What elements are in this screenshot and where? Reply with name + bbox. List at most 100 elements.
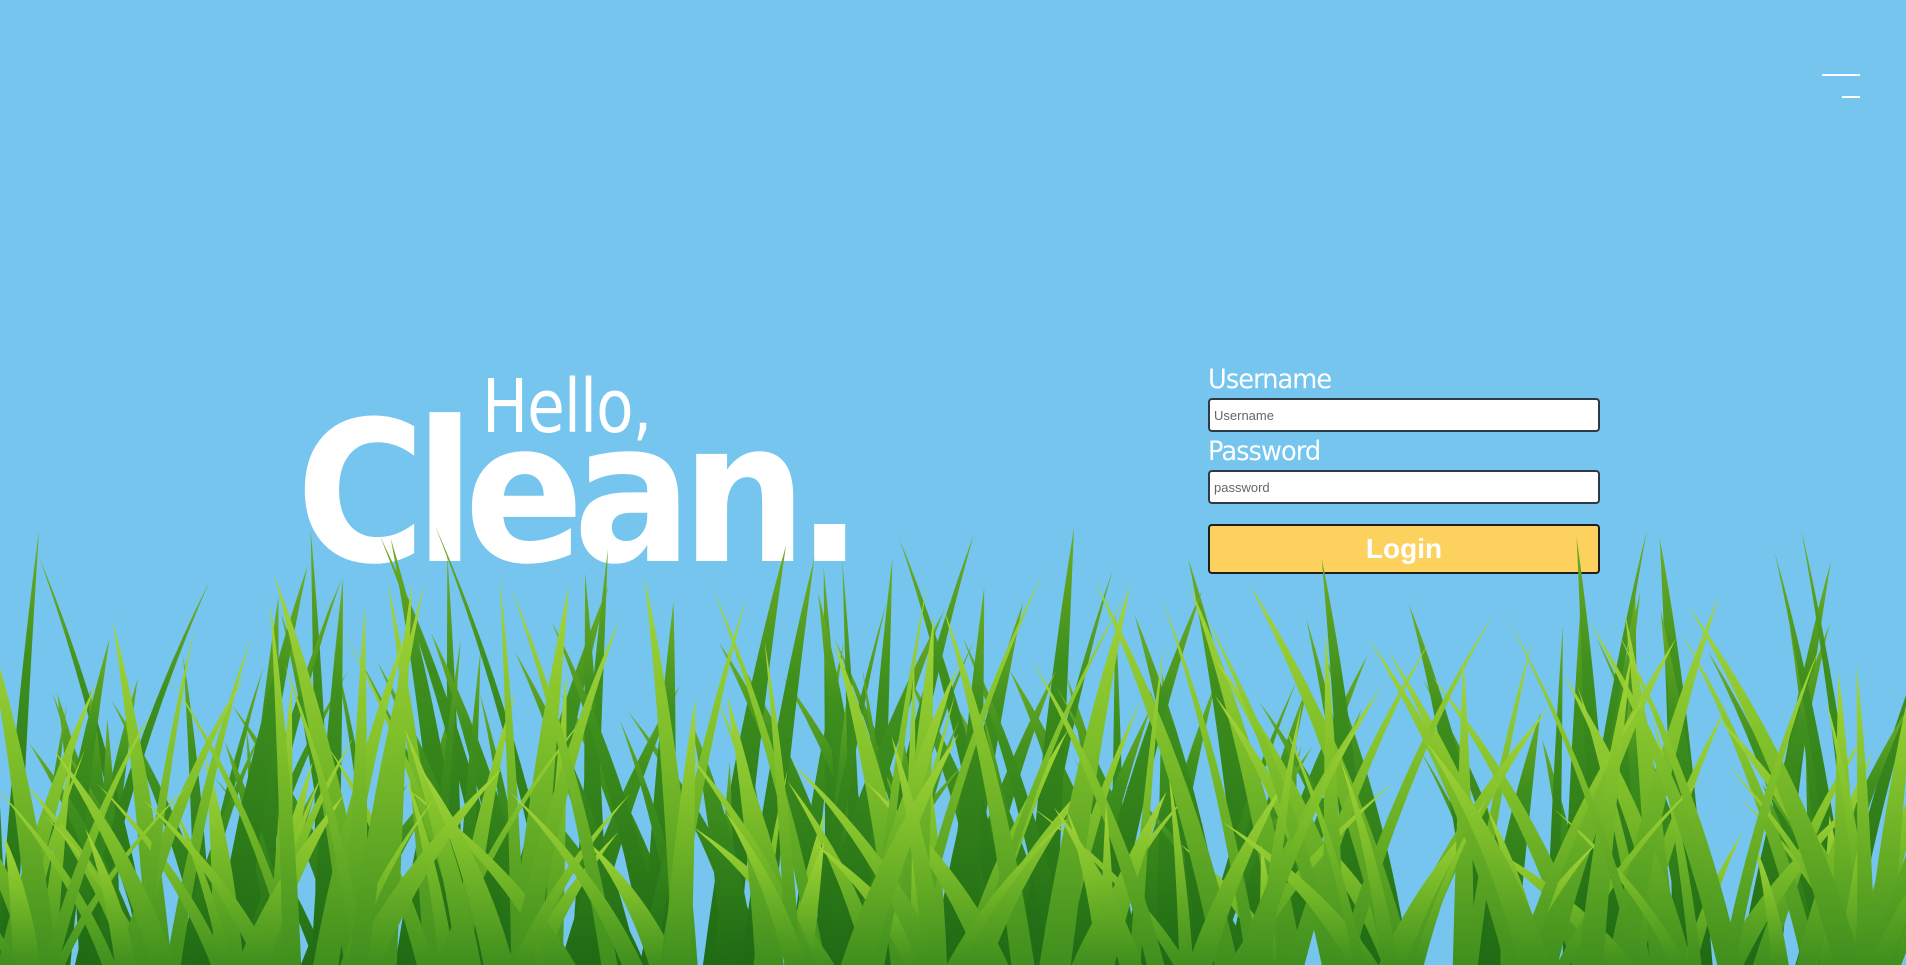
grass-blade: [820, 686, 856, 965]
grass-blade: [872, 744, 892, 965]
grass-blade: [1464, 638, 1533, 965]
grass-blade: [619, 719, 695, 965]
grass-blade: [344, 633, 476, 965]
grass-blade: [982, 712, 1032, 965]
grass-blade: [229, 578, 342, 965]
grass-blade: [206, 758, 244, 965]
grass-blade: [212, 775, 328, 965]
grass-blade: [395, 682, 459, 965]
grass-blade: [318, 771, 451, 965]
grass-blade: [1850, 804, 1906, 965]
grass-blade: [1847, 875, 1906, 965]
grass-blade: [224, 741, 295, 965]
grass-blade: [783, 841, 825, 965]
grass-blade: [1168, 773, 1194, 965]
grass-blade: [1754, 844, 1789, 965]
grass-blade: [1378, 814, 1480, 965]
grass-blade: [712, 587, 826, 965]
grass-blade: [683, 747, 817, 965]
grass-blade: [1419, 749, 1513, 965]
grass-blade: [1067, 678, 1139, 965]
grass-blade: [1095, 582, 1239, 965]
grass-blade: [499, 576, 526, 965]
grass-blade: [789, 641, 844, 965]
grass-blade: [176, 729, 263, 965]
grass-blade: [1562, 591, 1588, 965]
grass-blade: [221, 669, 349, 965]
grass-blade: [1047, 700, 1141, 965]
grass-blade: [1789, 626, 1843, 965]
grass-blade: [1819, 815, 1850, 965]
login-page: Hello, Clean. Username Password Login: [0, 0, 1906, 965]
grass-blade: [1325, 657, 1410, 965]
menu-toggle-button[interactable]: [1812, 66, 1862, 102]
grass-blade: [1578, 652, 1632, 965]
login-button[interactable]: Login: [1208, 524, 1600, 574]
grass-blade: [1796, 752, 1872, 965]
grass-blade: [166, 791, 232, 965]
grass-blade: [718, 642, 860, 965]
grass-blade: [189, 667, 264, 965]
grass-blade: [1084, 791, 1167, 965]
grass-blade: [29, 743, 148, 965]
grass-blade: [1156, 672, 1190, 965]
grass-blade: [1526, 637, 1677, 965]
grass-blade: [1149, 688, 1220, 965]
grass-blade: [1188, 558, 1275, 965]
grass-blade: [1200, 681, 1297, 965]
grass-blade: [1193, 746, 1313, 965]
grass-blade: [1122, 782, 1256, 965]
grass-blade: [1486, 808, 1545, 965]
grass-blade: [522, 831, 619, 965]
grass-blade: [97, 783, 228, 965]
grass-blade: [300, 784, 408, 965]
grass-blade: [1826, 699, 1877, 965]
grass-blade: [1247, 655, 1368, 965]
grass-blade: [112, 620, 172, 965]
grass-blade: [813, 842, 934, 965]
password-input[interactable]: [1208, 470, 1600, 504]
grass-blade: [973, 591, 1128, 965]
grass-blade: [238, 781, 319, 965]
grass-blades-front: [0, 570, 1906, 965]
password-label: Password: [1208, 436, 1321, 467]
grass-blade: [1618, 634, 1741, 965]
grass-blade: [1516, 692, 1648, 965]
grass-blade: [57, 693, 115, 965]
grass-blade: [909, 815, 937, 965]
grass-blade: [1507, 619, 1644, 965]
grass-blade: [1563, 674, 1693, 965]
grass-blade: [236, 595, 334, 965]
grass-blade: [340, 797, 436, 965]
grass-blade: [958, 729, 1069, 965]
grass-blade: [963, 771, 1098, 965]
grass-blade: [1055, 708, 1151, 965]
grass-blade: [787, 780, 885, 965]
grass-blade: [1055, 685, 1171, 965]
grass-blade: [328, 746, 435, 965]
grass-blade: [1268, 743, 1297, 965]
grass-blade: [857, 558, 893, 965]
grass-blade: [345, 605, 368, 965]
grass-blade: [946, 807, 1080, 965]
grass-blade: [810, 602, 887, 965]
menu-icon-bar-top: [1822, 74, 1860, 76]
grass-blade: [1688, 605, 1862, 965]
username-input[interactable]: [1208, 398, 1600, 432]
grass-blade: [1053, 807, 1143, 965]
grass-blade: [1066, 808, 1114, 965]
grass-blade: [183, 655, 213, 965]
grass-blade: [80, 689, 117, 965]
grass-blade: [1801, 529, 1869, 965]
grass-blade: [333, 647, 388, 965]
grass-blade: [551, 621, 670, 965]
grass-blade: [644, 576, 698, 965]
grass-blade: [1422, 677, 1539, 965]
grass-blade: [891, 736, 948, 965]
grass-blade: [497, 585, 609, 965]
grass-blade: [947, 587, 985, 965]
grass-blade: [962, 637, 1072, 965]
grass-blade: [1737, 795, 1863, 965]
grass-blade: [405, 787, 576, 965]
grass-blade: [348, 583, 425, 965]
